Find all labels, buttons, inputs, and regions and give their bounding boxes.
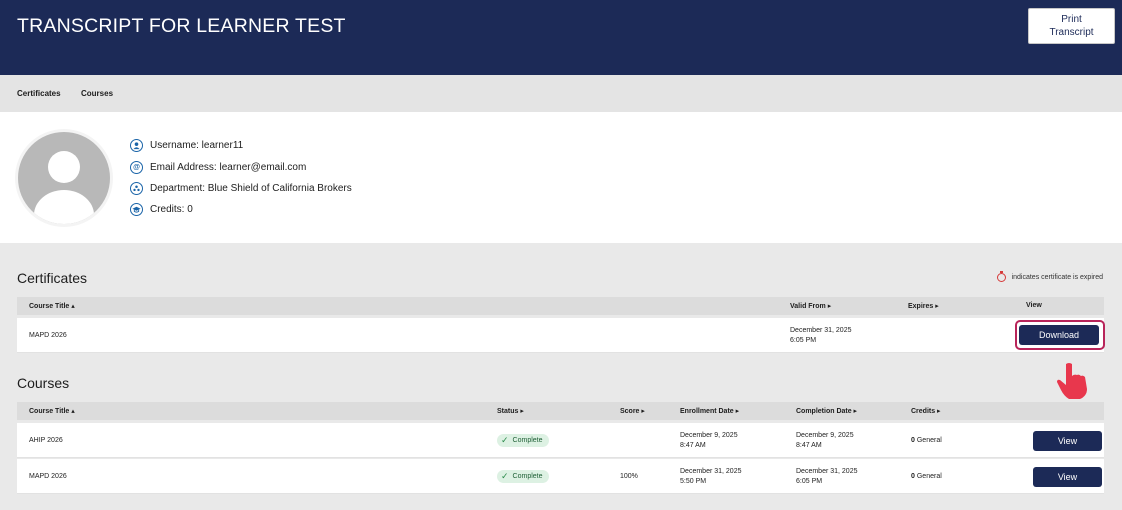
tab-courses[interactable]: Courses [81,89,113,98]
course-title: AHIP 2026 [29,437,63,444]
credits-value: 0 General [911,473,942,480]
completion-date: December 9, 2025 8:47 AM [796,432,854,449]
stopwatch-icon [996,271,1006,282]
expired-legend-text: indicates certificate is expired [1011,274,1103,281]
col-expires[interactable]: Expires ▸ [908,302,939,310]
completion-date: December 31, 2025 6:05 PM [796,468,858,485]
tab-certificates[interactable]: Certificates [17,89,61,98]
email-row: @ Email Address: learner@email.com [130,159,306,175]
status-badge: ✓ Complete [497,434,549,447]
department-row: Department: Blue Shield of California Br… [130,180,352,196]
certificates-heading: Certificates [17,270,88,286]
credits-row: Credits: 0 [130,201,193,217]
courses-heading: Courses [17,375,70,391]
email-text: Email Address: learner@email.com [150,161,307,173]
expired-legend: indicates certificate is expired [996,271,1103,282]
download-highlight [1015,320,1105,350]
view-button[interactable]: View [1033,467,1102,487]
credits-value: 0 General [911,437,942,444]
profile-panel: Username: learner11 @ Email Address: lea… [0,112,1122,243]
username-text: Username: learner11 [150,139,244,151]
username-row: Username: learner11 [130,137,243,153]
col-credits[interactable]: Credits ▸ [911,407,941,415]
courses-table-header: Course Title ▴ Status ▸ Score ▸ Enrollme… [17,402,1104,420]
avatar [18,132,110,224]
credits-text: Credits: 0 [150,203,193,215]
at-sign-icon: @ [130,160,143,174]
course-title: MAPD 2026 [29,473,67,480]
status-badge: ✓ Complete [497,470,549,483]
col-course-title[interactable]: Course Title ▴ [29,407,75,415]
view-button[interactable]: View [1033,431,1102,451]
check-icon: ✓ [501,435,509,445]
enrollment-date: December 31, 2025 5:50 PM [680,468,742,485]
graduation-cap-icon [130,202,143,216]
col-status[interactable]: Status ▸ [497,407,524,415]
check-icon: ✓ [501,471,509,481]
table-row: MAPD 2026 December 31, 2025 6:05 PM Down… [17,318,1104,353]
certificates-table-header: Course Title ▴ Valid From ▸ Expires ▸ Vi… [17,297,1104,315]
page-title: TRANSCRIPT FOR LEARNER TEST [17,15,346,37]
col-score[interactable]: Score ▸ [620,407,645,415]
col-valid-from[interactable]: Valid From ▸ [790,302,831,310]
group-icon [130,181,143,195]
col-enrollment-date[interactable]: Enrollment Date ▸ [680,407,739,415]
hand-pointer-icon [1057,363,1087,399]
col-course-title[interactable]: Course Title ▴ [29,302,75,310]
col-view: View [1026,302,1042,309]
enrollment-date: December 9, 2025 8:47 AM [680,432,738,449]
table-row: AHIP 2026 ✓ Complete December 9, 2025 8:… [17,423,1104,458]
user-icon [130,138,143,152]
table-row: MAPD 2026 ✓ Complete 100% December 31, 2… [17,459,1104,494]
tab-bar: Certificates Courses [0,75,1122,112]
department-text: Department: Blue Shield of California Br… [150,182,352,194]
valid-from: December 31, 2025 6:05 PM [790,327,852,344]
course-title: MAPD 2026 [29,332,67,339]
score: 100% [620,473,638,480]
page-header: TRANSCRIPT FOR LEARNER TEST Print Transc… [0,0,1122,75]
print-transcript-button[interactable]: Print Transcript [1028,8,1115,44]
col-completion-date[interactable]: Completion Date ▸ [796,407,857,415]
